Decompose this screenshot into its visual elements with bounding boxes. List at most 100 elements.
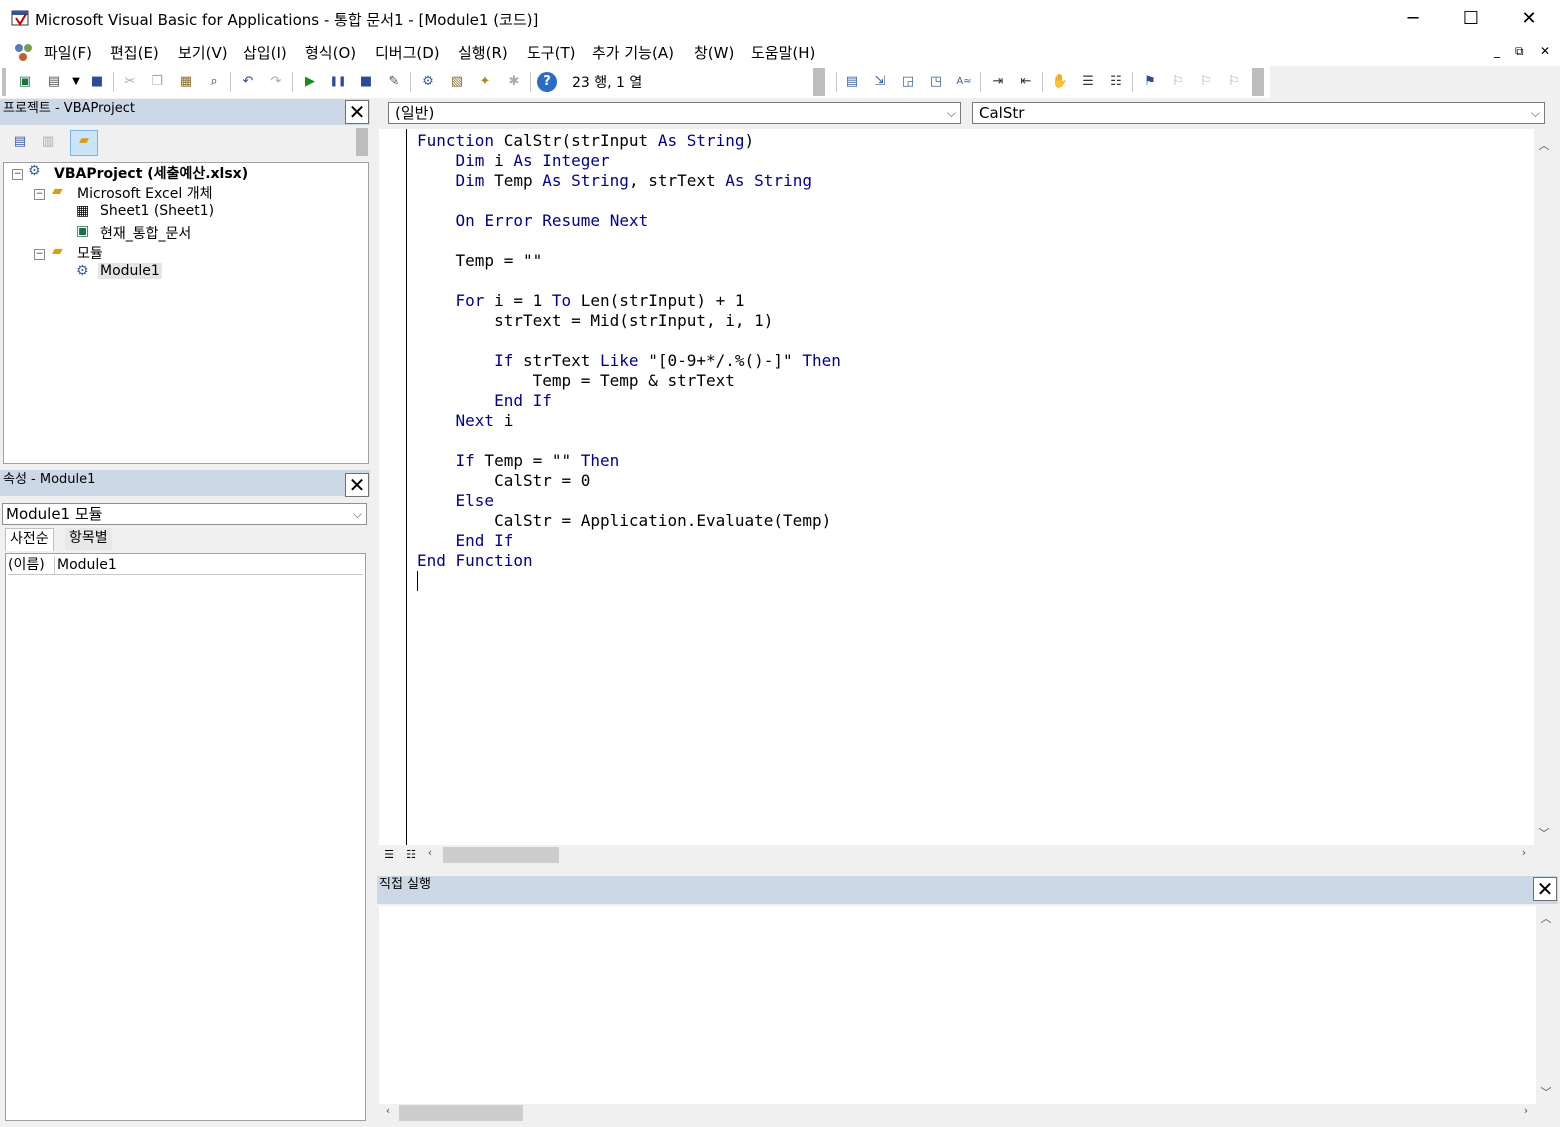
toolbar-overflow-chevron-icon[interactable]: [1252, 68, 1264, 96]
code-line[interactable]: CalStr = 0: [417, 471, 590, 490]
menu-debug[interactable]: 디버그(D): [375, 42, 440, 63]
run-icon[interactable]: ▶: [300, 72, 320, 92]
tree-collapse-icon[interactable]: −: [12, 169, 23, 180]
menu-run[interactable]: 실행(R): [458, 42, 508, 63]
code-text[interactable]: Function CalStr(strInput As String) Dim …: [417, 131, 841, 571]
code-line[interactable]: On Error Resume Next: [417, 211, 649, 230]
close-window-button[interactable]: ✕: [1500, 0, 1558, 38]
menu-format[interactable]: 형식(O): [305, 42, 356, 63]
scroll-right-icon[interactable]: ›: [1517, 1104, 1535, 1117]
insert-userform-icon[interactable]: ▤: [44, 72, 64, 92]
design-mode-icon[interactable]: ✎: [384, 72, 404, 92]
project-explorer-icon[interactable]: ⚙: [418, 72, 438, 92]
toggle-folders-icon[interactable]: ▰: [70, 130, 98, 156]
procedure-select[interactable]: CalStr ⌵: [972, 102, 1545, 124]
immediate-horizontal-scrollbar[interactable]: ‹ ›: [379, 1104, 1537, 1122]
outdent-icon[interactable]: ⇤: [1016, 72, 1036, 92]
properties-object-select[interactable]: Module1 모듈 ⌵: [2, 503, 367, 525]
copy-icon[interactable]: ❐: [147, 72, 167, 92]
scroll-up-icon[interactable]: ︿: [1537, 910, 1555, 926]
tree-node-thisworkbook[interactable]: 현재_통합_문서: [100, 223, 191, 243]
paste-icon[interactable]: ▦: [176, 72, 196, 92]
list-constants-icon[interactable]: ⇲: [870, 72, 890, 92]
code-line[interactable]: For i = 1 To Len(strInput) + 1: [417, 291, 745, 310]
scroll-thumb[interactable]: [399, 1105, 523, 1121]
code-vertical-scrollbar[interactable]: ︿ ﹀: [1535, 131, 1555, 845]
menu-insert[interactable]: 삽입(I): [243, 42, 287, 63]
break-icon[interactable]: ❚❚: [328, 72, 348, 92]
scroll-down-icon[interactable]: ﹀: [1537, 1084, 1555, 1100]
mdi-minimize-button[interactable]: _: [1494, 44, 1500, 58]
code-line[interactable]: If Temp = "" Then: [417, 451, 620, 470]
code-line[interactable]: Temp = Temp & strText: [417, 371, 735, 390]
redo-icon[interactable]: ↷: [266, 72, 286, 92]
tree-node-vbaproject[interactable]: VBAProject (세출예산.xlsx): [54, 163, 248, 183]
code-line[interactable]: End If: [417, 531, 514, 550]
menu-edit[interactable]: 편집(E): [110, 42, 159, 63]
object-browser-icon[interactable]: ✦: [475, 72, 495, 92]
vba-menu-icon[interactable]: [12, 40, 36, 64]
reset-icon[interactable]: ■: [356, 72, 376, 92]
immediate-input[interactable]: [379, 906, 1536, 1104]
help-icon[interactable]: ?: [537, 72, 557, 92]
code-line[interactable]: Dim Temp As String, strText As String: [417, 171, 812, 190]
code-line[interactable]: If strText Like "[0-9+*/.%()-]" Then: [417, 351, 841, 370]
tree-node-excel-objects[interactable]: Microsoft Excel 개체: [77, 183, 212, 203]
code-line[interactable]: Next i: [417, 411, 514, 430]
save-icon[interactable]: ■: [87, 72, 107, 92]
menu-addins[interactable]: 추가 기능(A): [592, 42, 674, 63]
scroll-right-icon[interactable]: ›: [1515, 846, 1533, 859]
toggle-bookmark-icon[interactable]: ⚑: [1140, 72, 1160, 92]
view-object-icon[interactable]: ▥: [38, 132, 58, 152]
excel-view-icon[interactable]: ▣: [15, 72, 35, 92]
toolbar-overflow-chevron-icon[interactable]: [813, 68, 825, 96]
undo-icon[interactable]: ↶: [238, 72, 258, 92]
toolbox-icon[interactable]: ✱: [504, 72, 524, 92]
find-icon[interactable]: ⌕: [204, 72, 224, 92]
scroll-thumb[interactable]: [443, 847, 559, 863]
property-value[interactable]: Module1: [57, 556, 117, 574]
property-row[interactable]: (이름) Module1: [8, 556, 363, 575]
code-line[interactable]: strText = Mid(strInput, i, 1): [417, 311, 773, 330]
margin-indicator-bar[interactable]: [379, 129, 407, 845]
menu-file[interactable]: 파일(F): [44, 42, 92, 63]
dropdown-chevron-icon[interactable]: ▼: [66, 72, 86, 92]
tab-categorized[interactable]: 항목별: [65, 528, 112, 550]
uncomment-block-icon[interactable]: ☷: [1106, 72, 1126, 92]
tree-collapse-icon[interactable]: −: [34, 189, 45, 200]
properties-pane-close-icon[interactable]: ✕: [345, 473, 369, 497]
scroll-up-icon[interactable]: ︿: [1535, 137, 1553, 153]
previous-bookmark-icon[interactable]: ⚐: [1196, 72, 1216, 92]
immediate-pane-close-icon[interactable]: ✕: [1533, 877, 1557, 901]
toggle-breakpoint-icon[interactable]: ✋: [1050, 72, 1070, 92]
code-line[interactable]: End If: [417, 391, 552, 410]
tree-node-sheet1[interactable]: Sheet1 (Sheet1): [100, 203, 214, 219]
quick-info-icon[interactable]: ◲: [898, 72, 918, 92]
menu-tools[interactable]: 도구(T): [527, 42, 575, 63]
toolbar-grip[interactable]: [2, 68, 6, 96]
mdi-restore-button[interactable]: ⧉: [1515, 44, 1524, 59]
code-line[interactable]: End Function: [417, 551, 533, 570]
comment-block-icon[interactable]: ☰: [1078, 72, 1098, 92]
project-toolbar-chevron-icon[interactable]: [356, 128, 368, 156]
tab-alphabetic[interactable]: 사전순: [5, 528, 54, 551]
code-line[interactable]: CalStr = Application.Evaluate(Temp): [417, 511, 831, 530]
complete-word-icon[interactable]: A≈: [954, 72, 974, 92]
cut-icon[interactable]: ✂: [120, 72, 140, 92]
menu-view[interactable]: 보기(V): [178, 42, 228, 63]
minimize-button[interactable]: ─: [1384, 0, 1442, 38]
parameter-info-icon[interactable]: ◳: [926, 72, 946, 92]
indent-icon[interactable]: ⇥: [988, 72, 1008, 92]
list-properties-icon[interactable]: ▤: [842, 72, 862, 92]
menu-window[interactable]: 창(W): [694, 42, 734, 63]
scroll-down-icon[interactable]: ﹀: [1535, 825, 1553, 841]
clear-bookmarks-icon[interactable]: ⚐: [1224, 72, 1244, 92]
mdi-close-button[interactable]: ✕: [1540, 44, 1550, 58]
code-line[interactable]: Dim i As Integer: [417, 151, 610, 170]
code-line[interactable]: Function CalStr(strInput As String): [417, 131, 754, 150]
code-line[interactable]: Temp = "": [417, 251, 543, 270]
code-horizontal-scrollbar[interactable]: ‹ ›: [421, 846, 1535, 864]
view-code-icon[interactable]: ▤: [10, 132, 30, 152]
properties-window-icon[interactable]: ▧: [447, 72, 467, 92]
code-line[interactable]: Else: [417, 491, 495, 510]
